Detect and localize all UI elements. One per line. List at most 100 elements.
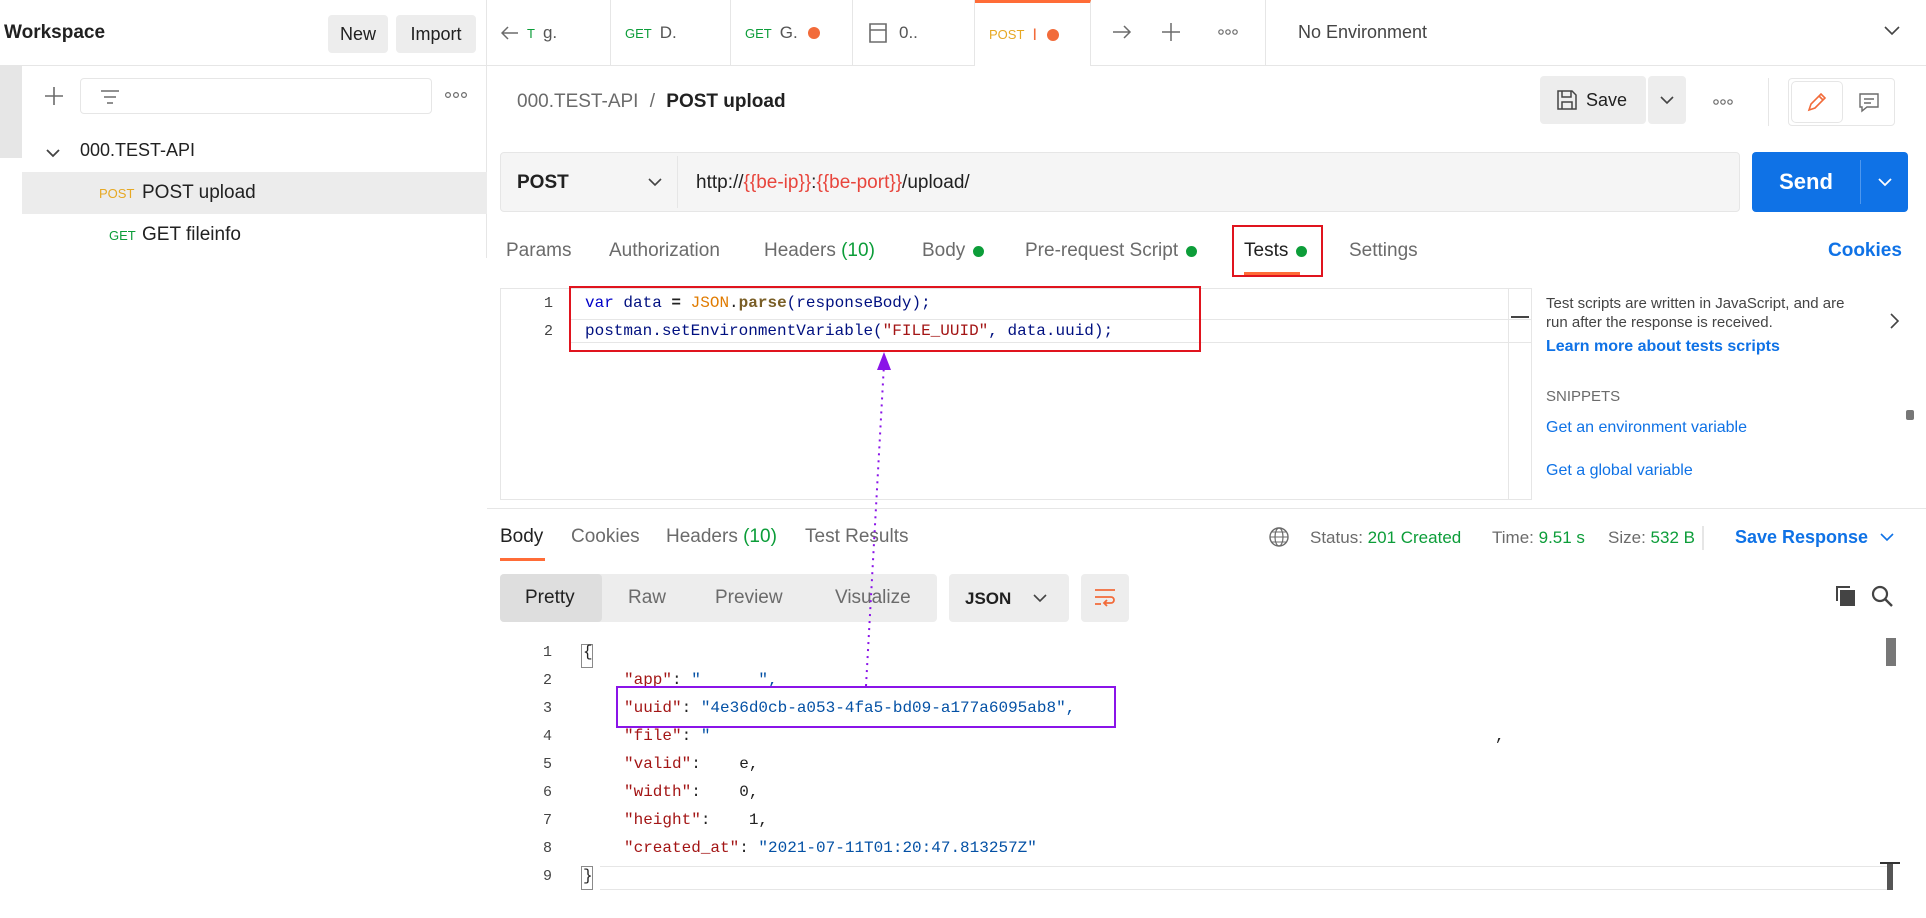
- new-button[interactable]: New: [328, 15, 388, 53]
- breadcrumb-collection[interactable]: 000.TEST-API: [517, 91, 638, 112]
- size-value: 532 B: [1650, 528, 1695, 547]
- tab-prerequest-script[interactable]: Pre-request Script: [1025, 240, 1198, 262]
- tests-highlight-box: [1232, 225, 1323, 277]
- method-badge: GET: [109, 228, 136, 243]
- search-icon[interactable]: [1870, 584, 1894, 608]
- line-number: 1: [543, 295, 553, 312]
- snippets-heading: SNIPPETS: [1546, 388, 1621, 405]
- breadcrumb-separator: /: [649, 91, 656, 112]
- method-select[interactable]: POST: [517, 172, 569, 194]
- request-tab[interactable]: 0..: [853, 0, 975, 66]
- import-button[interactable]: Import: [396, 15, 476, 53]
- json-line: "width": 0,: [624, 783, 759, 801]
- tab-divider: [1265, 0, 1266, 66]
- arrow-right-icon[interactable]: [1112, 24, 1132, 40]
- uuid-highlight-box: [616, 686, 1116, 728]
- snippet-link[interactable]: Get a global variable: [1546, 462, 1693, 480]
- url-bar: [500, 152, 1740, 212]
- time-label: Time:: [1492, 528, 1534, 547]
- chevron-down-icon[interactable]: [648, 178, 662, 187]
- tab-label: Body: [922, 240, 966, 261]
- send-button[interactable]: Send: [1752, 152, 1860, 212]
- wrap-lines-button[interactable]: [1081, 574, 1129, 622]
- save-button[interactable]: Save: [1540, 76, 1646, 124]
- response-size: Size: 532 B: [1608, 528, 1695, 548]
- headers-count: (10): [743, 526, 777, 547]
- request-item[interactable]: POST POST upload: [22, 172, 487, 214]
- tab-body[interactable]: Body: [922, 240, 985, 262]
- tab-headers[interactable]: Headers (10): [764, 240, 875, 262]
- request-item[interactable]: GET GET fileinfo: [22, 214, 487, 256]
- tab-label: 0..: [899, 23, 918, 42]
- new-tab-icon[interactable]: [1161, 22, 1181, 42]
- snippet-link[interactable]: Get an environment variable: [1546, 419, 1747, 437]
- more-options-icon[interactable]: [444, 88, 468, 102]
- request-tab-strip: T g. GET D. GET G. 0.. POST I No Environ…: [487, 0, 1926, 66]
- comments-button[interactable]: [1846, 82, 1892, 122]
- tab-params[interactable]: Params: [506, 240, 571, 262]
- cookies-link[interactable]: Cookies: [1828, 240, 1902, 262]
- url-divider: [677, 156, 678, 208]
- url-input[interactable]: http://{{be-ip}}:{{be-port}}/upload/: [696, 172, 970, 194]
- save-label: Save: [1586, 89, 1628, 110]
- status-label: Status:: [1310, 528, 1363, 547]
- learn-more-link[interactable]: Learn more about tests scripts: [1546, 338, 1780, 356]
- add-collection-icon[interactable]: [42, 84, 66, 108]
- header-divider: [1768, 78, 1769, 126]
- response-tab-cookies[interactable]: Cookies: [571, 526, 640, 548]
- edit-button[interactable]: [1792, 82, 1842, 122]
- format-preview[interactable]: Preview: [715, 587, 783, 609]
- tab-label: D.: [659, 23, 677, 42]
- script-highlight-box: [569, 286, 1201, 352]
- status-dot: [1186, 245, 1198, 257]
- format-label: Pretty: [525, 587, 575, 608]
- more-actions-icon[interactable]: [1712, 96, 1734, 108]
- save-icon: [1557, 90, 1577, 110]
- editor-scrollbar[interactable]: [1508, 288, 1530, 500]
- save-response-button[interactable]: Save Response: [1735, 527, 1894, 548]
- response-tab-headers[interactable]: Headers (10): [666, 526, 777, 548]
- method-badge: GET: [745, 25, 772, 41]
- response-tab-body[interactable]: Body: [500, 526, 543, 548]
- response-time: Time: 9.51 s: [1492, 528, 1585, 548]
- workspace-title: Workspace: [4, 22, 106, 43]
- save-options-button[interactable]: [1648, 76, 1686, 124]
- line-number: 1: [542, 644, 552, 661]
- tab-label: Pre-request Script: [1025, 240, 1179, 261]
- method-value: POST: [517, 172, 569, 193]
- request-tab-active[interactable]: POST I: [975, 0, 1091, 66]
- language-select[interactable]: JSON: [949, 574, 1069, 622]
- environment-selector[interactable]: No Environment: [1298, 22, 1427, 43]
- filter-icon: [101, 90, 119, 104]
- method-badge: POST: [989, 27, 1025, 42]
- chevron-down-icon: [1660, 95, 1674, 104]
- globe-icon[interactable]: [1268, 526, 1290, 548]
- request-title: POST upload: [666, 91, 786, 112]
- tab-authorization[interactable]: Authorization: [609, 240, 720, 262]
- help-panel: Test scripts are written in JavaScript, …: [1532, 288, 1916, 500]
- tab-settings[interactable]: Settings: [1349, 240, 1418, 262]
- chevron-down-icon[interactable]: [1884, 26, 1900, 36]
- filter-input[interactable]: [80, 78, 432, 114]
- tab-overflow-icon[interactable]: [1217, 26, 1239, 38]
- collection-item[interactable]: 000.TEST-API: [22, 136, 487, 172]
- request-tab[interactable]: GET D.: [611, 0, 731, 66]
- chevron-down-icon: [46, 149, 60, 158]
- request-tab[interactable]: T g.: [487, 0, 611, 66]
- copy-icon[interactable]: [1834, 584, 1858, 608]
- chevron-right-icon[interactable]: [1890, 313, 1900, 329]
- line-number: 2: [542, 672, 552, 689]
- unsaved-dot: [1047, 28, 1060, 41]
- format-raw[interactable]: Raw: [628, 587, 666, 609]
- help-scrollbar[interactable]: [1906, 410, 1914, 500]
- view-toggle-group: [1788, 78, 1895, 126]
- size-label: Size:: [1608, 528, 1646, 547]
- collection-name: 000.TEST-API: [80, 140, 196, 160]
- response-scrollbar[interactable]: [1886, 638, 1896, 666]
- json-line: "file": ": [624, 727, 711, 745]
- stray-comma: ,: [1495, 727, 1505, 745]
- response-divider: [487, 508, 1926, 509]
- request-tab[interactable]: GET G.: [731, 0, 853, 66]
- line-number: 3: [542, 700, 552, 717]
- send-options-button[interactable]: [1861, 152, 1908, 212]
